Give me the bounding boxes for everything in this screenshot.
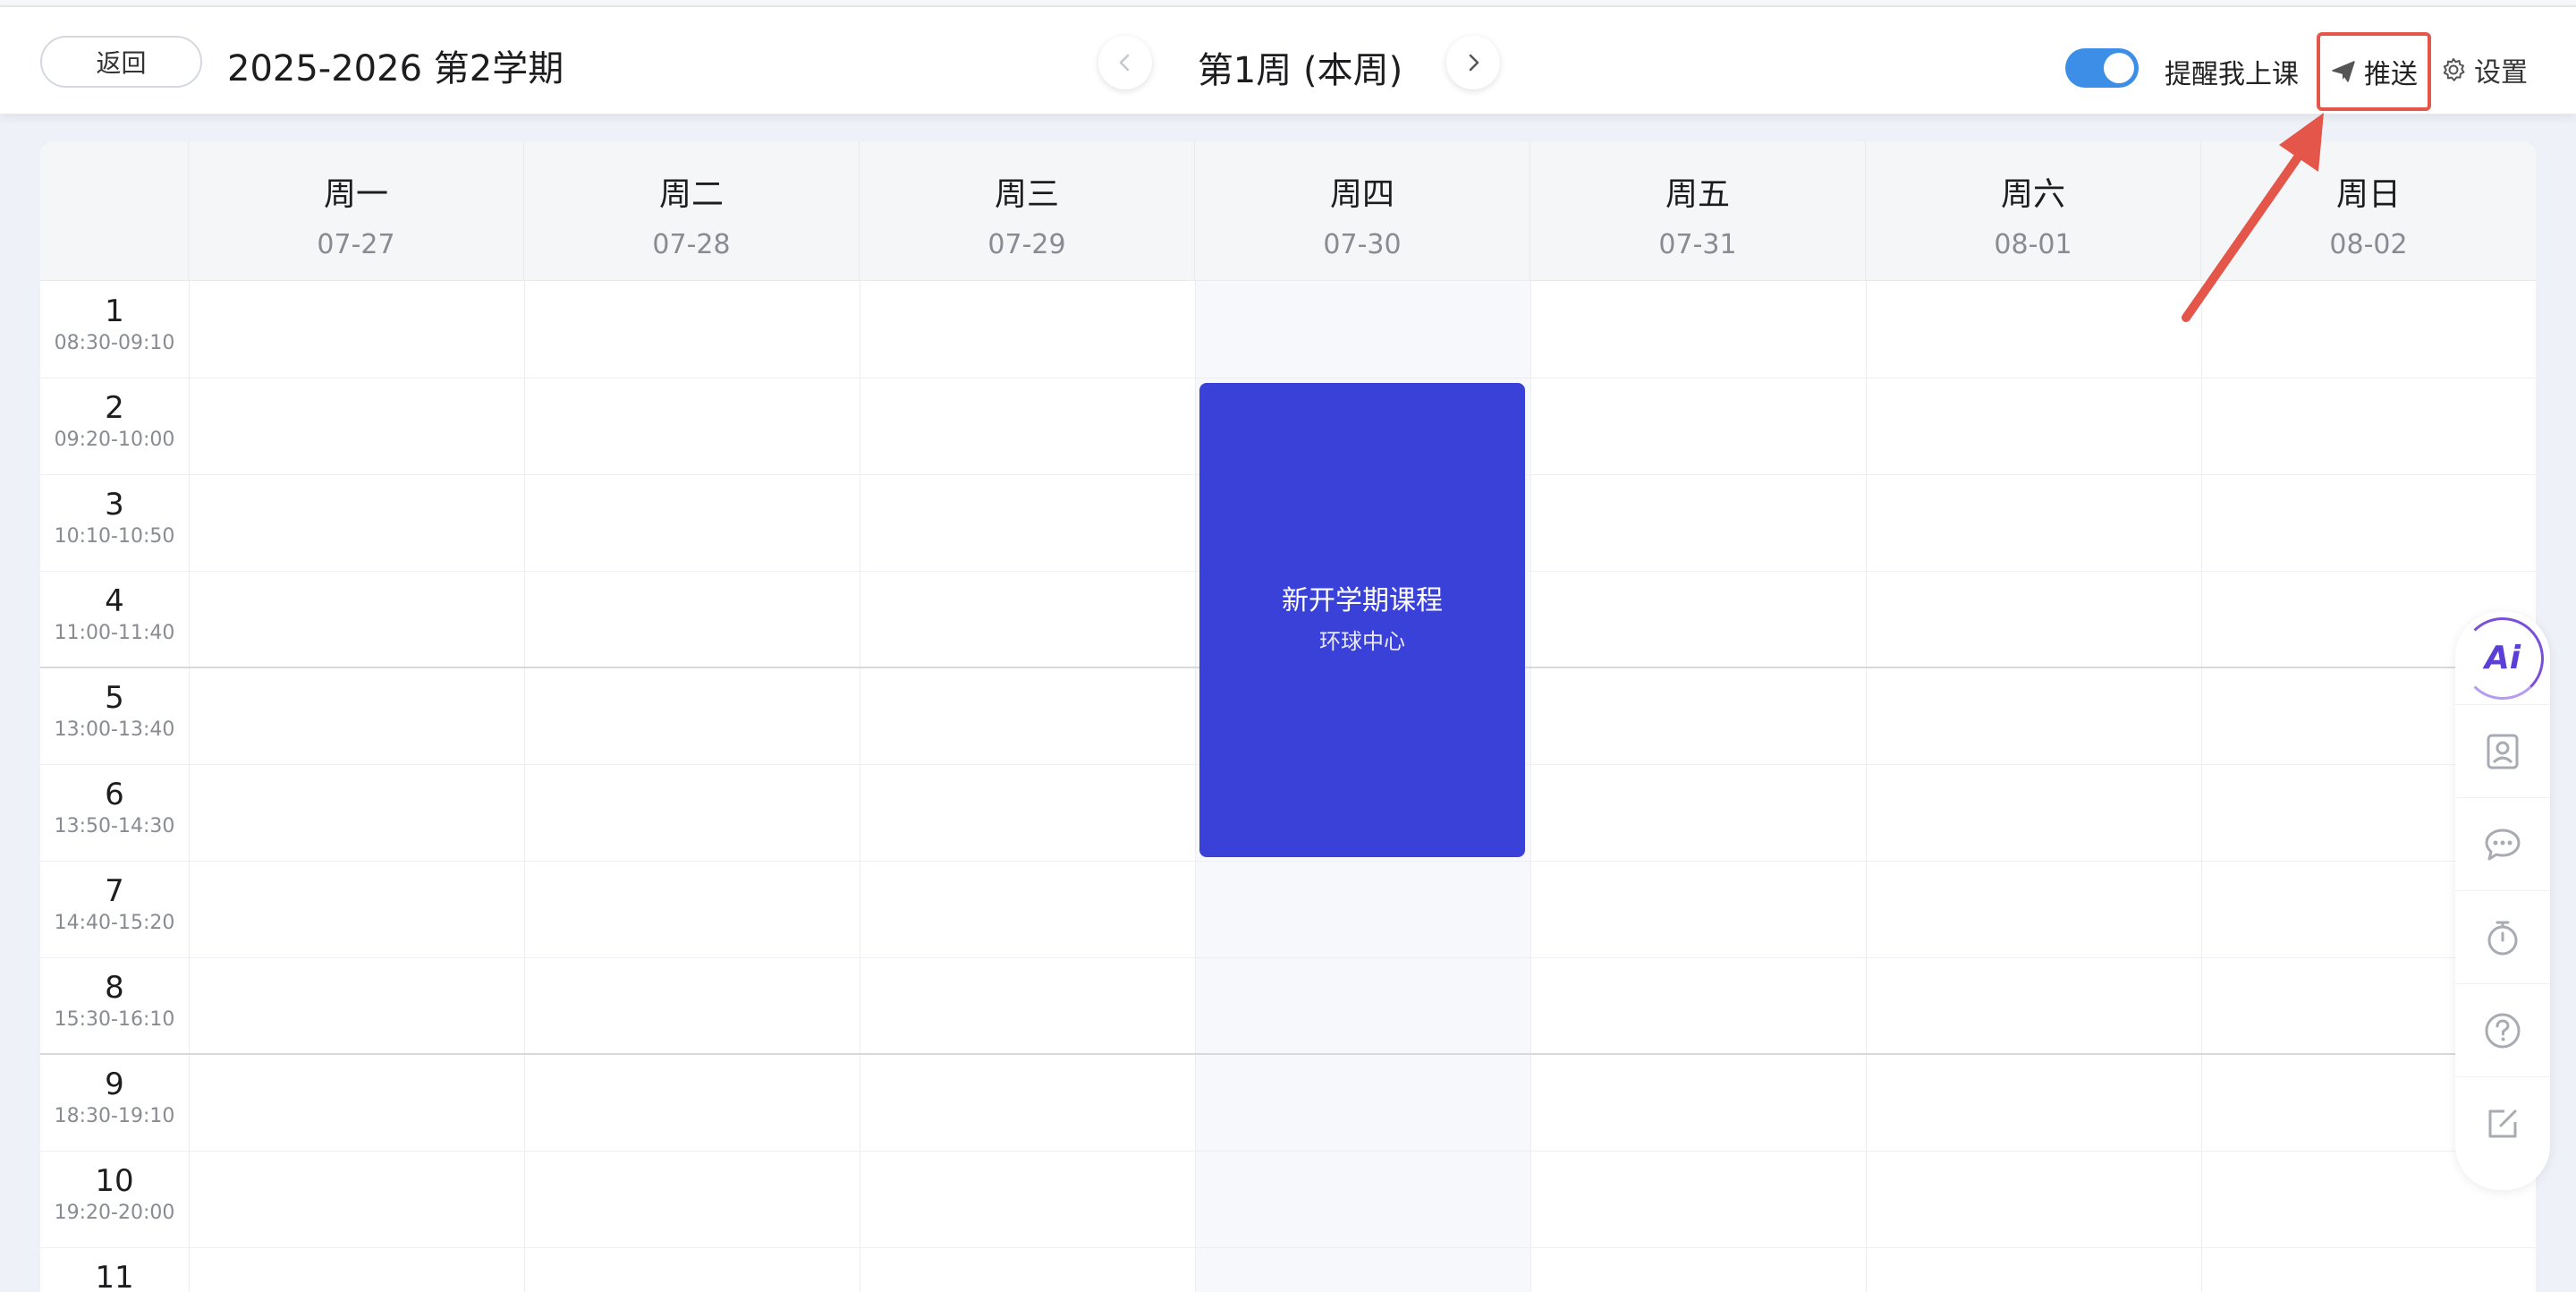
week-title: 第1周 (本周) — [1197, 50, 1403, 91]
chevron-left-icon — [1119, 54, 1130, 72]
period-time: 11:00-11:40 — [54, 622, 175, 644]
day-header-row: 周一 07-27 周二 07-28 周三 07-29 周四 07-30 周五 0… — [40, 141, 2536, 281]
schedule-grid: 周一 07-27 周二 07-28 周三 07-29 周四 07-30 周五 0… — [40, 141, 2536, 1292]
period-time: 09:20-10:00 — [54, 429, 175, 451]
chat-button[interactable] — [2455, 798, 2550, 891]
period-label: 4 11:00-11:40 — [40, 571, 189, 667]
day-name: 周二 — [658, 176, 724, 213]
day-header-fri: 周五 07-31 — [1530, 141, 1866, 281]
timer-button[interactable] — [2455, 891, 2550, 984]
edit-button[interactable] — [2455, 1077, 2550, 1170]
period-number: 3 — [105, 487, 124, 523]
period-number: 7 — [105, 873, 124, 909]
remind-toggle[interactable] — [2065, 48, 2139, 88]
period-label: 1 08:30-09:10 — [40, 281, 189, 378]
period-time: 14:40-15:20 — [54, 912, 175, 934]
corner-cell — [40, 141, 189, 281]
period-time: 13:00-13:40 — [54, 718, 175, 741]
annotation-arrow — [2182, 113, 2324, 322]
day-date: 07-31 — [1658, 229, 1737, 260]
day-date: 07-30 — [1323, 229, 1402, 260]
period-number: 6 — [105, 777, 124, 812]
next-week-button[interactable] — [1446, 36, 1500, 89]
help-icon — [2485, 1013, 2521, 1048]
back-button[interactable]: 返回 — [40, 36, 202, 88]
contact-button[interactable] — [2455, 705, 2550, 798]
grid-hline — [40, 1247, 2536, 1248]
period-label: 8 15:30-16:10 — [40, 957, 189, 1054]
period-number: 8 — [105, 970, 124, 1006]
term-title: 2025-2026 第2学期 — [227, 48, 564, 89]
timer-icon — [2487, 921, 2518, 955]
period-number: 9 — [105, 1067, 124, 1102]
period-label: 7 14:40-15:20 — [40, 861, 189, 957]
period-time: 15:30-16:10 — [54, 1008, 175, 1031]
grid-vline — [189, 281, 190, 1292]
day-date: 07-29 — [987, 229, 1066, 260]
grid-hline — [40, 861, 2536, 862]
period-label: 10 19:20-20:00 — [40, 1151, 189, 1247]
help-button[interactable] — [2455, 984, 2550, 1077]
day-name: 周六 — [2000, 176, 2065, 213]
period-time: 19:20-20:00 — [54, 1202, 175, 1224]
grid-vline — [524, 281, 525, 1292]
grid-vline — [1195, 281, 1196, 1292]
period-time: 13:50-14:30 — [54, 815, 175, 837]
period-label: 2 09:20-10:00 — [40, 378, 189, 474]
push-label: 推送 — [2364, 59, 2418, 90]
edit-icon — [2488, 1109, 2517, 1138]
day-name: 周一 — [323, 176, 388, 213]
day-name: 周四 — [1329, 176, 1394, 213]
grid-hline — [40, 1151, 2536, 1152]
contact-card-icon — [2487, 734, 2519, 769]
day-header-thu: 周四 07-30 — [1195, 141, 1530, 281]
day-header-tue: 周二 07-28 — [524, 141, 860, 281]
gear-icon — [2443, 58, 2465, 81]
day-header-wed: 周三 07-29 — [860, 141, 1195, 281]
chevron-right-icon — [1469, 54, 1479, 72]
day-date: 08-01 — [1994, 229, 2072, 260]
period-number: 1 — [105, 293, 124, 329]
period-label: 3 10:10-10:50 — [40, 474, 189, 571]
grid-vline — [1530, 281, 1531, 1292]
side-toolbar: Ai — [2455, 612, 2550, 1190]
period-number: 5 — [105, 680, 124, 716]
ai-assistant-button[interactable]: Ai — [2455, 612, 2550, 705]
period-time: 08:30-09:10 — [54, 332, 175, 354]
course-name: 新开学期课程 — [1282, 585, 1443, 616]
grid-vline — [1866, 281, 1867, 1292]
period-time: 10:10-10:50 — [54, 525, 175, 548]
period-label: 5 13:00-13:40 — [40, 667, 189, 764]
grid-hline — [40, 957, 2536, 958]
day-date: 07-28 — [652, 229, 731, 260]
day-header-sat: 周六 08-01 — [1866, 141, 2201, 281]
period-label: 11 — [40, 1247, 189, 1292]
ai-icon: Ai — [2462, 616, 2544, 700]
schedule-body: 1 08:30-09:10 2 09:20-10:00 3 10:10-10:5… — [40, 281, 2536, 1292]
day-date: 07-27 — [317, 229, 395, 260]
settings-button[interactable]: 设置 — [2440, 47, 2556, 93]
chat-bubble-icon — [2485, 829, 2521, 860]
toggle-knob — [2104, 53, 2134, 83]
ai-label: Ai — [2484, 640, 2521, 676]
period-time: 18:30-19:10 — [54, 1105, 175, 1127]
period-number: 10 — [95, 1163, 134, 1199]
settings-label: 设置 — [2474, 57, 2528, 89]
course-card[interactable]: 新开学期课程 环球中心 — [1199, 383, 1525, 857]
remind-label: 提醒我上课 — [2165, 59, 2299, 90]
period-label: 9 18:30-19:10 — [40, 1054, 189, 1151]
window-top-strip — [0, 0, 2576, 7]
section-divider — [40, 1053, 2536, 1055]
period-label: 6 13:50-14:30 — [40, 764, 189, 861]
course-location: 环球中心 — [1319, 629, 1405, 654]
day-header-mon: 周一 07-27 — [189, 141, 524, 281]
period-number: 4 — [105, 583, 124, 619]
paper-plane-icon — [2332, 61, 2355, 82]
prev-week-button[interactable] — [1098, 36, 1152, 89]
day-name: 周三 — [994, 176, 1059, 213]
grid-vline — [2201, 281, 2202, 1292]
day-name: 周五 — [1665, 176, 1730, 213]
period-number: 2 — [105, 390, 124, 426]
period-number: 11 — [95, 1260, 134, 1292]
